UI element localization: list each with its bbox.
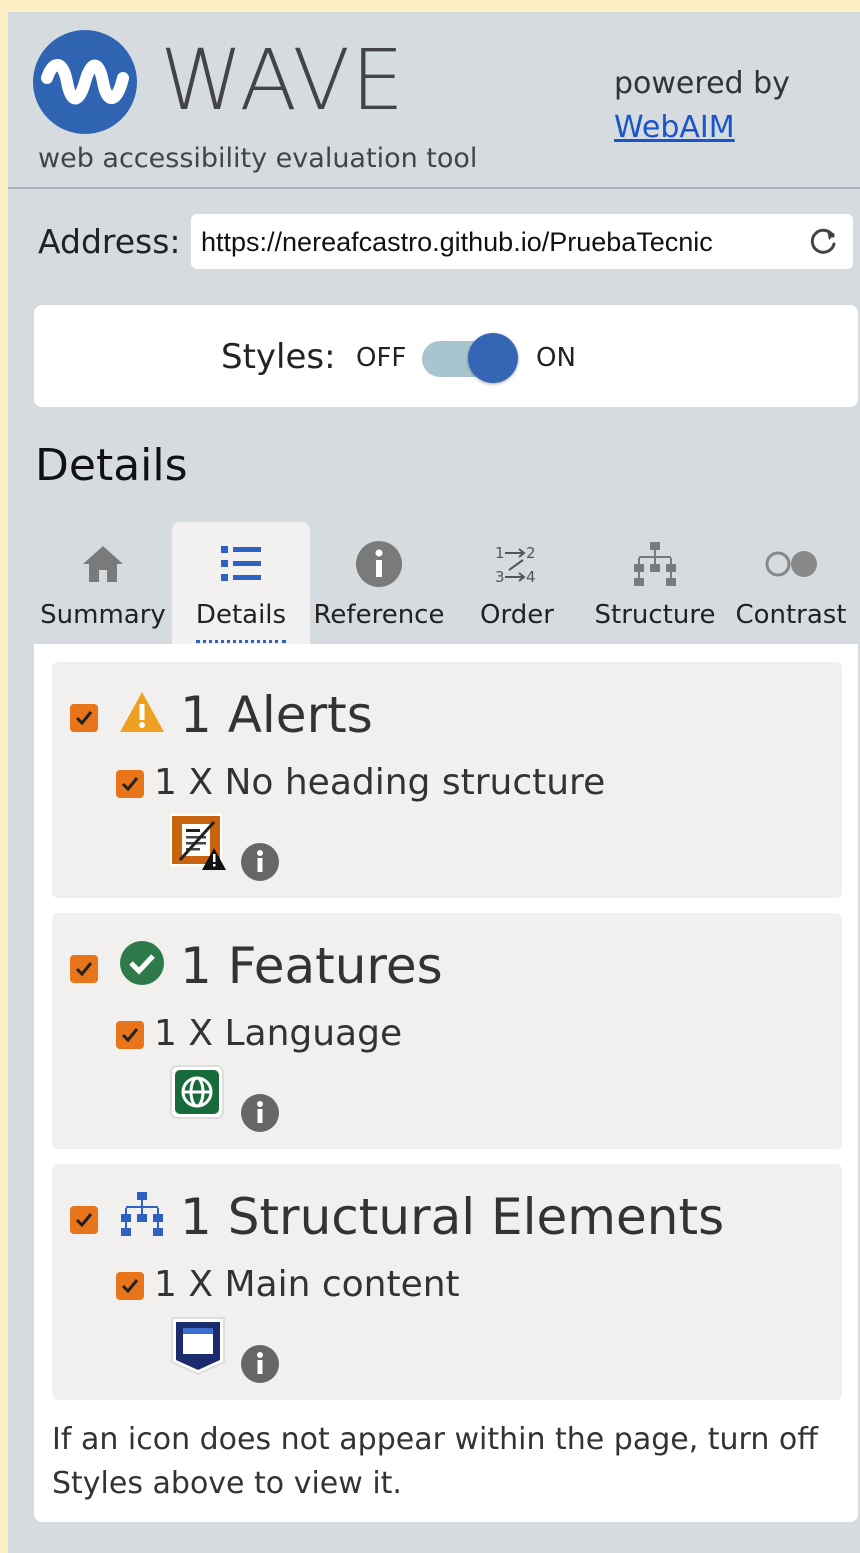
feature-check-icon <box>118 939 166 987</box>
tab-label: Reference <box>313 600 445 630</box>
main-content-checkbox[interactable] <box>116 1272 144 1300</box>
tab-summary[interactable]: Summary <box>34 522 172 644</box>
tab-label: Order <box>480 600 554 630</box>
info-icon <box>355 540 403 588</box>
tagline: web accessibility evaluation tool <box>38 143 478 174</box>
main-content-item: 1 X Main content <box>154 1264 460 1305</box>
tab-details[interactable]: Details <box>172 522 310 644</box>
contrast-icon <box>765 540 817 588</box>
language-checkbox[interactable] <box>116 1021 144 1049</box>
alerts-section: 1 Alerts 1 X No heading structure <box>52 662 842 898</box>
order-icon: 1 2 3 4 <box>493 540 541 588</box>
feature-info-icon[interactable] <box>240 1093 280 1133</box>
alert-info-icon[interactable] <box>240 842 280 882</box>
features-title: 1 Features <box>180 937 443 995</box>
styles-toggle-knob[interactable] <box>468 333 518 383</box>
home-icon <box>79 540 127 588</box>
address-input[interactable] <box>201 222 791 262</box>
no-heading-structure-checkbox[interactable] <box>116 770 144 798</box>
structure-icon <box>631 540 679 588</box>
styles-hint-text: If an icon does not appear within the pa… <box>52 1422 818 1501</box>
features-checkbox[interactable] <box>70 955 98 983</box>
structural-elements-title: 1 Structural Elements <box>180 1188 725 1246</box>
tab-label: Details <box>172 600 310 643</box>
alerts-checkbox[interactable] <box>70 704 98 732</box>
structural-elements-checkbox[interactable] <box>70 1206 98 1234</box>
svg-text:1: 1 <box>495 544 505 562</box>
tab-label: Contrast <box>735 600 847 630</box>
tab-reference[interactable]: Reference <box>310 522 448 644</box>
styles-toggle-panel: Styles: OFF ON <box>34 305 858 407</box>
no-heading-structure-icon[interactable] <box>170 814 226 870</box>
svg-text:4: 4 <box>526 568 536 586</box>
panel-title: Details <box>35 440 188 491</box>
alert-icon <box>118 688 166 736</box>
no-heading-structure-item: 1 X No heading structure <box>154 762 606 803</box>
address-bar <box>191 214 853 269</box>
details-content: 1 Alerts 1 X No heading structure 1 Feat… <box>34 644 858 1522</box>
reload-icon[interactable] <box>807 224 841 258</box>
features-section: 1 Features 1 X Language <box>52 913 842 1149</box>
styles-off-label: OFF <box>356 343 407 373</box>
structure-info-icon[interactable] <box>240 1344 280 1384</box>
main-content-icon[interactable] <box>170 1316 225 1376</box>
language-item: 1 X Language <box>154 1013 403 1054</box>
tab-order[interactable]: 1 2 3 4 Order <box>448 522 586 644</box>
structural-elements-section: 1 Structural Elements 1 X Main content <box>52 1164 842 1400</box>
address-label: Address: <box>38 222 181 261</box>
header-divider <box>8 187 860 189</box>
brand-wordmark: WAVE <box>160 31 406 129</box>
tab-label: Summary <box>40 600 166 630</box>
svg-text:2: 2 <box>526 544 536 562</box>
structure-icon <box>118 1190 166 1238</box>
alerts-title: 1 Alerts <box>180 686 373 744</box>
tab-contrast[interactable]: Contrast <box>724 522 858 644</box>
tab-label: Structure <box>594 600 716 630</box>
styles-toggle[interactable] <box>422 333 518 383</box>
language-globe-icon[interactable] <box>170 1065 224 1121</box>
styles-label: Styles: <box>221 337 336 377</box>
list-icon <box>217 540 265 588</box>
tab-bar: Summary Details Reference 1 2 3 4 Order … <box>34 522 858 644</box>
webaim-link[interactable]: WebAIM <box>614 110 735 145</box>
svg-text:3: 3 <box>495 568 505 586</box>
powered-by-text: powered by <box>614 66 790 101</box>
tab-structure[interactable]: Structure <box>586 522 724 644</box>
wave-logo-icon <box>33 30 137 134</box>
styles-on-label: ON <box>536 343 576 373</box>
